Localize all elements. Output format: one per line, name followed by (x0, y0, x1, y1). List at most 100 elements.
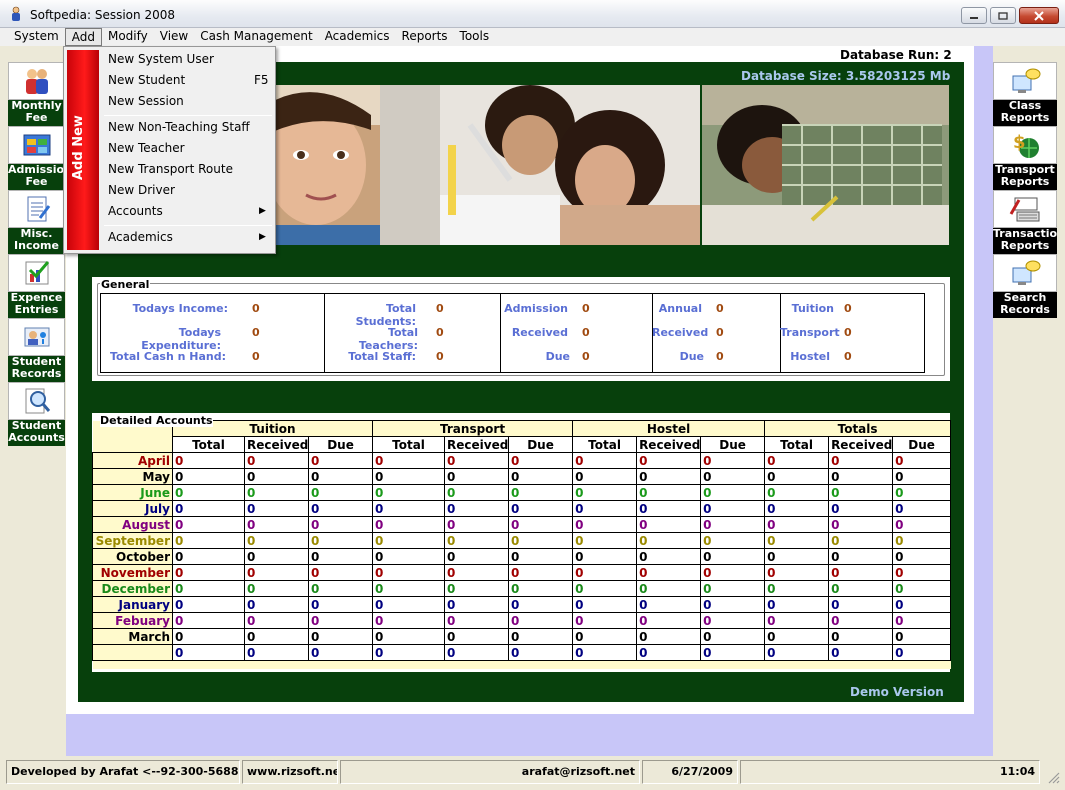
account-cell[interactable]: 0 (444, 484, 510, 501)
account-cell[interactable]: 0 (372, 644, 446, 661)
menu-new-transport-route[interactable]: New Transport Route (108, 162, 268, 179)
account-cell[interactable]: 0 (508, 628, 574, 645)
account-cell[interactable]: 0 (444, 452, 510, 469)
menu-new-teacher[interactable]: New Teacher (108, 141, 268, 158)
account-cell[interactable]: 0 (508, 516, 574, 533)
account-cell[interactable]: 0 (172, 596, 245, 613)
account-cell[interactable]: 0 (892, 516, 952, 533)
account-cell[interactable]: 0 (636, 516, 702, 533)
account-cell[interactable]: 0 (700, 628, 766, 645)
account-cell[interactable]: 0 (636, 452, 702, 469)
search-records-button[interactable]: Search Records (993, 254, 1057, 318)
account-cell[interactable]: 0 (764, 564, 830, 581)
account-cell[interactable]: 0 (700, 548, 766, 565)
account-cell[interactable]: 0 (372, 500, 446, 517)
account-cell[interactable]: 0 (828, 628, 894, 645)
account-cell[interactable]: 0 (572, 500, 638, 517)
account-cell[interactable]: 0 (636, 612, 702, 629)
account-cell[interactable]: 0 (828, 452, 894, 469)
menu-cash-management[interactable]: Cash Management (194, 28, 318, 46)
account-cell[interactable]: 0 (444, 532, 510, 549)
menu-add[interactable]: Add (64, 28, 102, 46)
account-cell[interactable]: 0 (444, 628, 510, 645)
account-cell[interactable]: 0 (892, 644, 952, 661)
account-cell[interactable]: 0 (508, 564, 574, 581)
account-cell[interactable]: 0 (508, 468, 574, 485)
account-cell[interactable]: 0 (244, 580, 309, 597)
resize-grip-icon[interactable] (1046, 770, 1060, 784)
account-cell[interactable]: 0 (700, 564, 766, 581)
menu-reports[interactable]: Reports (396, 28, 454, 46)
account-cell[interactable]: 0 (700, 500, 766, 517)
account-cell[interactable]: 0 (572, 628, 638, 645)
account-cell[interactable]: 0 (636, 468, 702, 485)
account-cell[interactable]: 0 (307, 484, 374, 501)
account-cell[interactable]: 0 (636, 628, 702, 645)
account-cell[interactable]: 0 (307, 596, 374, 613)
account-cell[interactable]: 0 (700, 452, 766, 469)
account-cell[interactable]: 0 (444, 564, 510, 581)
account-cell[interactable]: 0 (892, 500, 952, 517)
account-cell[interactable]: 0 (508, 452, 574, 469)
account-cell[interactable]: 0 (700, 580, 766, 597)
account-cell[interactable]: 0 (172, 500, 245, 517)
account-cell[interactable]: 0 (372, 516, 446, 533)
account-cell[interactable]: 0 (444, 596, 510, 613)
menu-view[interactable]: View (154, 28, 194, 46)
account-cell[interactable]: 0 (444, 548, 510, 565)
account-cell[interactable]: 0 (372, 452, 446, 469)
account-cell[interactable]: 0 (892, 548, 952, 565)
account-cell[interactable]: 0 (508, 548, 574, 565)
account-cell[interactable]: 0 (828, 564, 894, 581)
account-cell[interactable]: 0 (508, 612, 574, 629)
account-cell[interactable]: 0 (700, 468, 766, 485)
account-cell[interactable]: 0 (508, 500, 574, 517)
account-cell[interactable]: 0 (892, 484, 952, 501)
account-cell[interactable]: 0 (828, 548, 894, 565)
misc-income-button[interactable]: Misc. Income (8, 190, 65, 254)
account-cell[interactable]: 0 (700, 612, 766, 629)
account-cell[interactable]: 0 (572, 468, 638, 485)
account-cell[interactable]: 0 (372, 564, 446, 581)
account-cell[interactable]: 0 (172, 468, 245, 485)
menu-new-driver[interactable]: New Driver (108, 183, 268, 200)
account-cell[interactable]: 0 (244, 644, 309, 661)
account-cell[interactable]: 0 (892, 596, 952, 613)
account-cell[interactable]: 0 (307, 468, 374, 485)
account-cell[interactable]: 0 (572, 596, 638, 613)
account-cell[interactable]: 0 (172, 612, 245, 629)
account-cell[interactable]: 0 (307, 516, 374, 533)
menu-new-non-teaching-staff[interactable]: New Non-Teaching Staff (108, 120, 268, 137)
account-cell[interactable]: 0 (307, 548, 374, 565)
account-cell[interactable]: 0 (764, 580, 830, 597)
account-cell[interactable]: 0 (764, 644, 830, 661)
menu-academics[interactable]: Academics (319, 28, 396, 46)
account-cell[interactable]: 0 (764, 516, 830, 533)
account-cell[interactable]: 0 (636, 548, 702, 565)
account-cell[interactable]: 0 (572, 516, 638, 533)
account-cell[interactable]: 0 (636, 644, 702, 661)
account-cell[interactable]: 0 (892, 580, 952, 597)
class-reports-button[interactable]: Class Reports (993, 62, 1057, 126)
account-cell[interactable]: 0 (508, 580, 574, 597)
account-cell[interactable]: 0 (828, 484, 894, 501)
menu-new-session[interactable]: New Session (108, 94, 268, 111)
account-cell[interactable]: 0 (172, 644, 245, 661)
account-cell[interactable]: 0 (244, 516, 309, 533)
account-cell[interactable]: 0 (572, 484, 638, 501)
account-cell[interactable]: 0 (244, 564, 309, 581)
account-cell[interactable]: 0 (572, 612, 638, 629)
account-cell[interactable]: 0 (307, 564, 374, 581)
account-cell[interactable]: 0 (700, 644, 766, 661)
website-link[interactable]: www.rizsoft.net (242, 760, 338, 784)
account-cell[interactable]: 0 (172, 532, 245, 549)
menu-new-student[interactable]: New Student (108, 73, 268, 90)
account-cell[interactable]: 0 (828, 532, 894, 549)
account-cell[interactable]: 0 (444, 468, 510, 485)
account-cell[interactable]: 0 (244, 500, 309, 517)
account-cell[interactable]: 0 (892, 468, 952, 485)
account-cell[interactable]: 0 (172, 452, 245, 469)
account-cell[interactable]: 0 (244, 532, 309, 549)
expence-entries-button[interactable]: Expence Entries (8, 254, 65, 318)
account-cell[interactable]: 0 (444, 644, 510, 661)
